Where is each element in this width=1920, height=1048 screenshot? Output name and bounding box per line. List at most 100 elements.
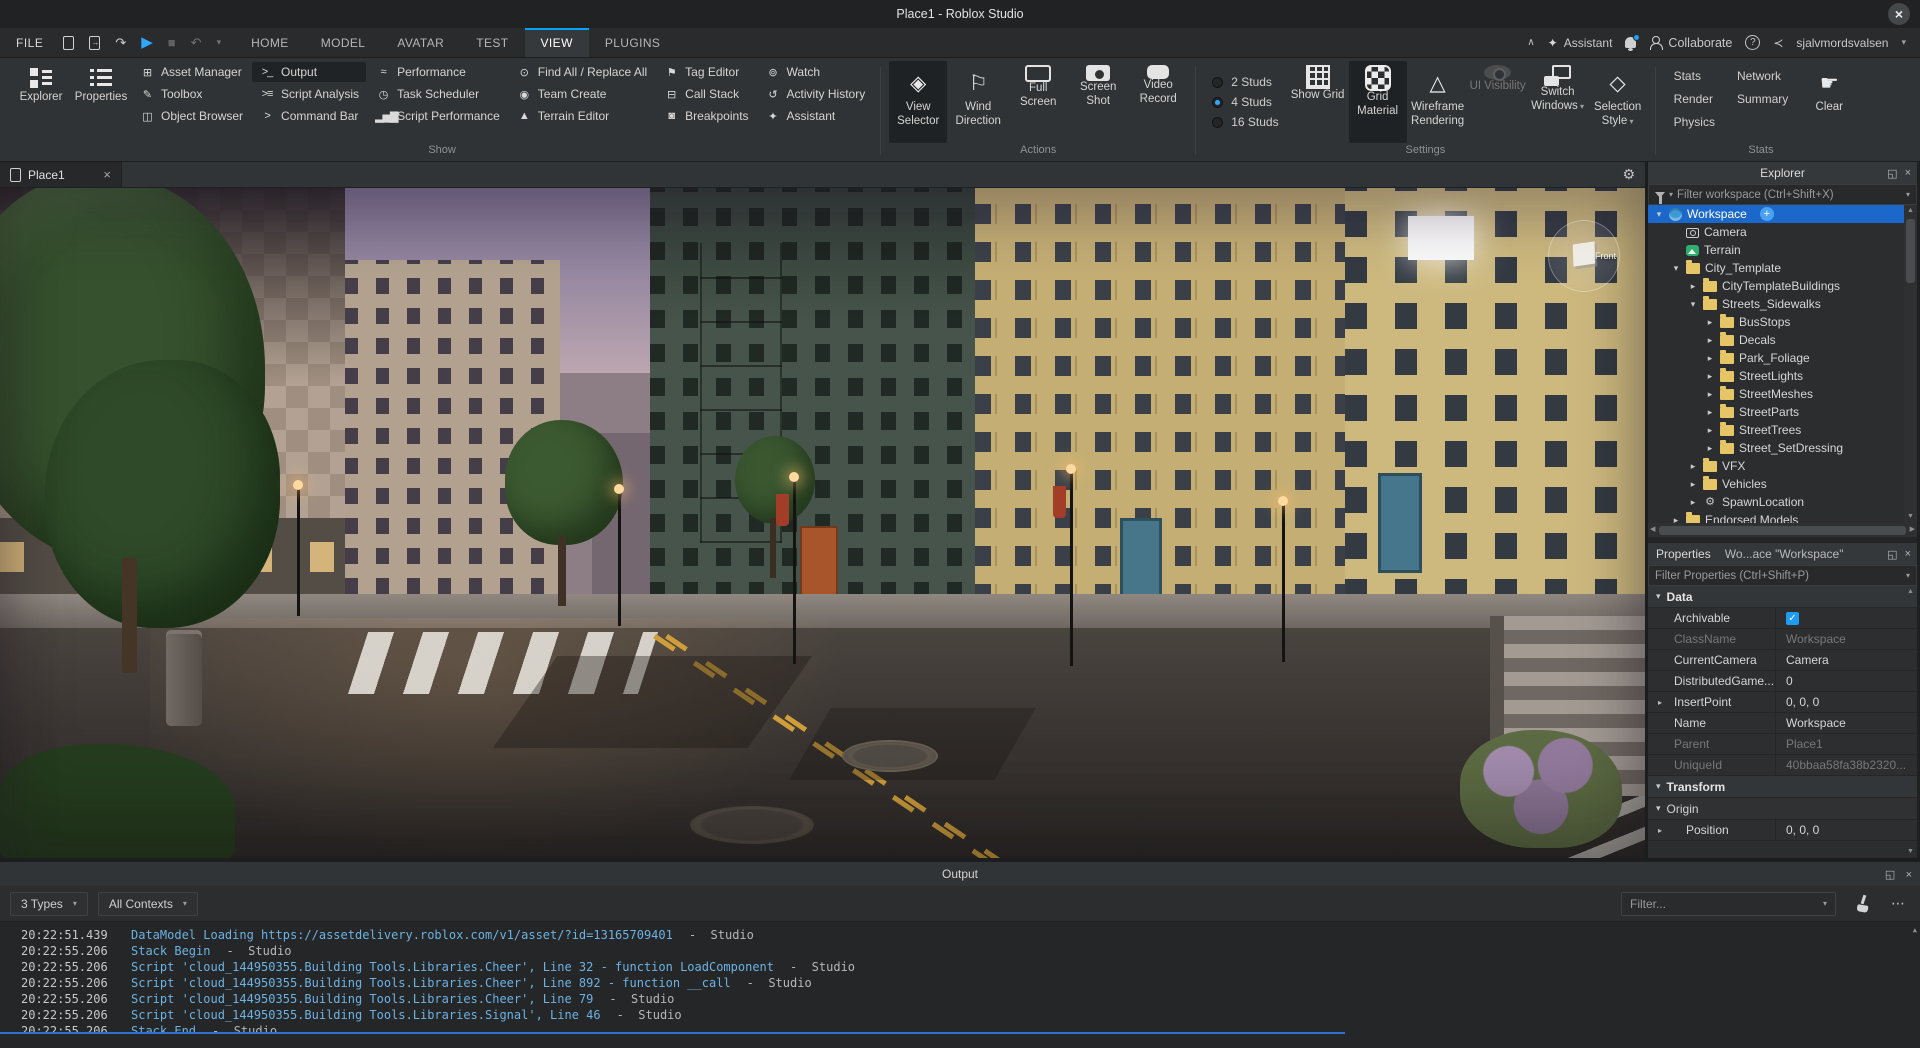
ribbon-button-activity-history[interactable]: ↺Activity History: [758, 84, 873, 104]
expand-closed-icon[interactable]: ▸: [1688, 281, 1698, 292]
ribbon-button-call-stack[interactable]: ⊟Call Stack: [656, 84, 755, 104]
log-line[interactable]: 20:22:55.206Script 'cloud_144950355.Buil…: [0, 959, 1920, 975]
stud-option-2-studs[interactable]: 2 Studs: [1212, 75, 1278, 89]
log-line[interactable]: 20:22:55.206Script 'cloud_144950355.Buil…: [0, 1007, 1920, 1023]
log-line[interactable]: 20:22:55.206Script 'cloud_144950355.Buil…: [0, 991, 1920, 1007]
ribbon-button-output[interactable]: >_Output: [252, 62, 366, 82]
ribbon-button-wind-direction[interactable]: ⚐Wind Direction: [949, 61, 1007, 143]
tab-close-icon[interactable]: ×: [103, 167, 111, 182]
tree-item-decals[interactable]: ▸Decals: [1648, 331, 1917, 349]
scroll-right-icon[interactable]: ▶: [1910, 524, 1915, 536]
tree-item-vfx[interactable]: ▸VFX: [1648, 457, 1917, 475]
expand-closed-icon[interactable]: ▸: [1688, 479, 1698, 490]
tree-item-workspace[interactable]: ▾Workspace+: [1648, 205, 1917, 223]
collaborate-button[interactable]: Collaborate: [1649, 36, 1732, 50]
close-icon[interactable]: ×: [1906, 869, 1912, 881]
tree-item-busstops[interactable]: ▸BusStops: [1648, 313, 1917, 331]
scroll-down-icon[interactable]: ▼: [1907, 846, 1914, 858]
redo-icon[interactable]: ↷: [115, 36, 126, 49]
popout-icon[interactable]: ◱: [1887, 167, 1897, 180]
new-file-icon[interactable]: [63, 36, 74, 50]
property-value-cell[interactable]: 0, 0, 0: [1776, 692, 1917, 712]
property-value-cell[interactable]: Workspace: [1776, 713, 1917, 733]
viewport-3d[interactable]: Front: [0, 188, 1645, 858]
tree-item-street-setdressing[interactable]: ▸Street_SetDressing: [1648, 439, 1917, 457]
share-icon[interactable]: ≺: [1773, 36, 1783, 50]
ribbon-button-video-record[interactable]: Video Record: [1129, 61, 1187, 143]
expand-closed-icon[interactable]: ▸: [1671, 515, 1681, 524]
expand-closed-icon[interactable]: ▸: [1705, 389, 1715, 400]
log-line[interactable]: 20:22:55.206Stack End- Studio: [0, 1023, 1920, 1032]
ribbon-button-view-selector[interactable]: ◈View Selector: [889, 61, 947, 143]
menu-tab-model[interactable]: MODEL: [305, 28, 382, 57]
property-section-transform[interactable]: ▾Transform: [1648, 776, 1917, 798]
help-icon[interactable]: ?: [1745, 35, 1760, 50]
ribbon-button-selection-style[interactable]: ◇Selection Style ▾: [1589, 61, 1647, 143]
tree-item-streetlights[interactable]: ▸StreetLights: [1648, 367, 1917, 385]
property-value-cell[interactable]: 0, 0, 0: [1776, 820, 1917, 840]
ribbon-button-object-browser[interactable]: ◫Object Browser: [132, 106, 250, 126]
menu-tab-plugins[interactable]: PLUGINS: [589, 28, 676, 57]
viewport-settings-gear-icon[interactable]: ⚙: [1622, 162, 1635, 187]
expand-closed-icon[interactable]: ▸: [1705, 317, 1715, 328]
menu-tab-view[interactable]: VIEW: [525, 28, 589, 57]
log-line[interactable]: 20:22:51.439DataModel Loading https://as…: [0, 927, 1920, 943]
properties-vertical-scrollbar[interactable]: ▲ ▼: [1904, 586, 1917, 858]
ribbon-button-command-bar[interactable]: >Command Bar: [252, 106, 366, 126]
ribbon-button-script-performance[interactable]: ▂▅▇Script Performance: [368, 106, 507, 126]
tree-item-vehicles[interactable]: ▸Vehicles: [1648, 475, 1917, 493]
ribbon-button-terrain-editor[interactable]: ▲Terrain Editor: [509, 106, 654, 126]
ribbon-button-ui-visibility[interactable]: UI Visibility: [1469, 61, 1527, 143]
ribbon-button-full-screen[interactable]: Full Screen: [1009, 61, 1067, 143]
tree-item-endorsed-models[interactable]: ▸Endorsed Models: [1648, 511, 1917, 523]
expand-closed-icon[interactable]: ▸: [1705, 353, 1715, 364]
property-section-data[interactable]: ▾Data: [1648, 586, 1917, 608]
scroll-up-icon[interactable]: ▲: [1907, 586, 1914, 598]
stat-toggle-render[interactable]: Render: [1674, 92, 1715, 106]
tree-item-streetparts[interactable]: ▸StreetParts: [1648, 403, 1917, 421]
menu-tab-avatar[interactable]: AVATAR: [381, 28, 460, 57]
expand-closed-icon[interactable]: ▸: [1705, 371, 1715, 382]
context-filter-dropdown[interactable]: All Contexts ▾: [98, 892, 198, 916]
close-icon[interactable]: ×: [1905, 548, 1911, 560]
view-selector-cube[interactable]: Front: [1548, 220, 1620, 292]
popout-icon[interactable]: ◱: [1885, 869, 1895, 881]
stat-toggle-stats[interactable]: Stats: [1674, 69, 1715, 83]
expand-open-icon[interactable]: ▾: [1654, 209, 1664, 220]
undo-icon[interactable]: ↶: [191, 36, 202, 49]
stat-toggle-physics[interactable]: Physics: [1674, 115, 1715, 129]
tree-item-citytemplatebuildings[interactable]: ▸CityTemplateBuildings: [1648, 277, 1917, 295]
expand-closed-icon[interactable]: ▸: [1705, 443, 1715, 454]
expand-closed-icon[interactable]: ▸: [1705, 335, 1715, 346]
menu-tab-home[interactable]: HOME: [235, 28, 305, 57]
ribbon-button-tag-editor[interactable]: ⚑Tag Editor: [656, 62, 755, 82]
scroll-up-icon[interactable]: ▲: [1907, 205, 1914, 217]
file-menu-button[interactable]: FILE: [0, 28, 59, 57]
properties-filter-input[interactable]: [1655, 570, 1902, 582]
tree-item-park-foliage[interactable]: ▸Park_Foliage: [1648, 349, 1917, 367]
ribbon-button-show-grid[interactable]: Show Grid: [1289, 61, 1347, 143]
stud-option-4-studs[interactable]: 4 Studs: [1212, 95, 1278, 109]
clear-output-broom-icon[interactable]: [1854, 895, 1871, 912]
expand-closed-icon[interactable]: ▸: [1705, 425, 1715, 436]
tree-item-streettrees[interactable]: ▸StreetTrees: [1648, 421, 1917, 439]
stat-toggle-summary[interactable]: Summary: [1737, 92, 1788, 106]
expand-closed-icon[interactable]: ▸: [1705, 407, 1715, 418]
more-options-icon[interactable]: ⋯: [1891, 895, 1906, 912]
chevron-down-icon[interactable]: ▾: [1823, 899, 1827, 908]
explorer-filter-input[interactable]: [1677, 189, 1902, 201]
log-type-filter-dropdown[interactable]: 3 Types ▾: [10, 892, 88, 916]
notifications-button[interactable]: [1625, 37, 1636, 48]
explorer-vertical-scrollbar[interactable]: ▲ ▼: [1904, 205, 1917, 523]
ribbon-button-watch[interactable]: ⊚Watch: [758, 62, 873, 82]
customize-toolbar-caret-icon[interactable]: ▾: [217, 38, 222, 47]
ribbon-button-switch-windows[interactable]: Switch Windows ▾: [1529, 61, 1587, 143]
ribbon-button-clear[interactable]: ☛Clear: [1800, 61, 1858, 143]
assistant-button[interactable]: ✦ Assistant: [1548, 36, 1613, 50]
tree-item-streets-sidewalks[interactable]: ▾Streets_Sidewalks: [1648, 295, 1917, 313]
stop-button[interactable]: ■: [168, 36, 176, 49]
stat-toggle-network[interactable]: Network: [1737, 69, 1788, 83]
filter-dropdown-caret-icon[interactable]: ▾: [1906, 190, 1910, 199]
user-menu-caret-icon[interactable]: ▾: [1901, 37, 1906, 48]
ribbon-button-task-scheduler[interactable]: ◷Task Scheduler: [368, 84, 507, 104]
